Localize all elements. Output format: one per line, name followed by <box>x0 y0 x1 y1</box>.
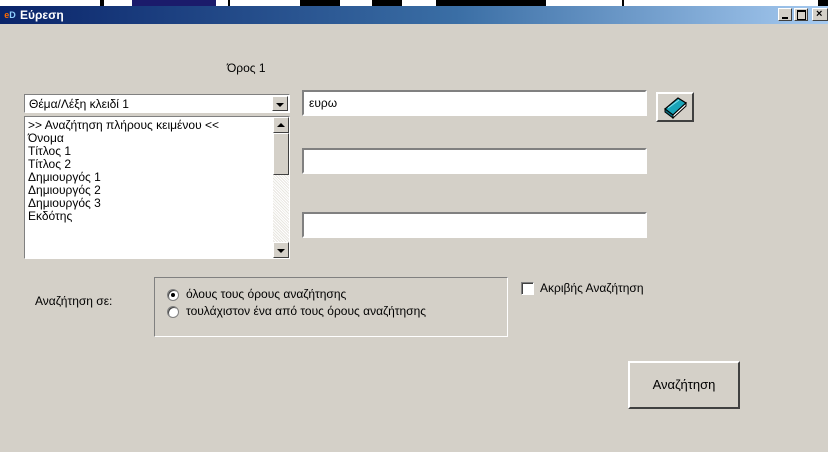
thesaurus-button[interactable] <box>656 92 694 122</box>
close-icon: × <box>816 8 823 20</box>
exact-search-label: Ακριβής Αναζήτηση <box>540 281 644 295</box>
radio-all-terms[interactable] <box>167 289 179 301</box>
term-2-input[interactable] <box>302 148 647 174</box>
chevron-down-icon <box>276 103 284 107</box>
book-icon <box>664 97 687 120</box>
radio-all-label: όλους τους όρους αναζήτησης <box>186 287 347 301</box>
chevron-up-icon <box>277 123 285 127</box>
term-1-input[interactable]: ευρω <box>302 90 647 116</box>
maximize-icon <box>797 10 806 20</box>
term-header: Όρος 1 <box>227 61 266 75</box>
exact-search-checkbox[interactable] <box>521 282 534 295</box>
scroll-up-button[interactable] <box>273 117 289 133</box>
radio-any-term[interactable] <box>167 306 179 318</box>
list-item[interactable]: Εκδότης <box>28 210 72 223</box>
chevron-down-icon <box>277 249 285 253</box>
field-dropdown-button[interactable] <box>272 96 288 111</box>
radio-selected-dot <box>171 293 175 297</box>
field-select[interactable]: Θέμα/Λέξη κλειδί 1 <box>24 94 290 113</box>
search-dialog: eD Εύρεση × Όρος 1 Θέμα/Λέξη κλειδί 1 >>… <box>0 6 828 452</box>
window-title: Εύρεση <box>20 8 64 22</box>
title-bar[interactable]: eD Εύρεση × <box>0 6 828 24</box>
search-in-label: Αναζήτηση σε: <box>35 294 113 308</box>
minimize-button[interactable] <box>778 8 792 21</box>
scroll-down-button[interactable] <box>273 242 289 258</box>
maximize-button[interactable] <box>794 8 808 21</box>
search-mode-group: όλους τους όρους αναζήτησης τουλάχιστον … <box>154 277 508 337</box>
scroll-thumb[interactable] <box>273 133 289 175</box>
search-button[interactable]: Αναζήτηση <box>628 361 740 409</box>
app-icon: eD <box>4 10 16 20</box>
list-scrollbar[interactable] <box>273 117 289 258</box>
close-button[interactable]: × <box>812 8 828 21</box>
term-1-value: ευρω <box>309 96 338 110</box>
radio-any-label: τουλάχιστον ένα από τους όρους αναζήτηση… <box>186 304 427 318</box>
field-select-value: Θέμα/Λέξη κλειδί 1 <box>29 97 129 111</box>
term-3-input[interactable] <box>302 212 647 238</box>
field-options-list[interactable]: >> Αναζήτηση πλήρους κειμένου << Όνομα Τ… <box>24 116 290 259</box>
minimize-icon <box>782 17 788 19</box>
